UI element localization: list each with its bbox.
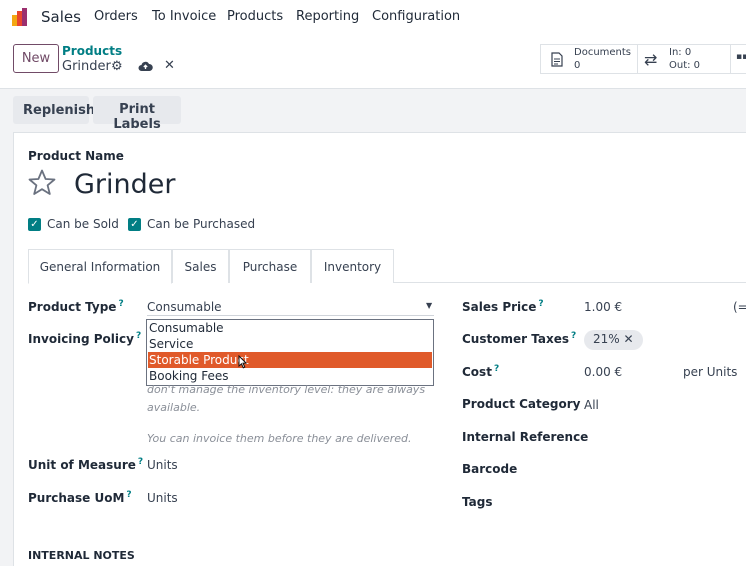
tax-badge-text: 21%	[593, 332, 620, 346]
product-name-label: Product Name	[28, 149, 124, 163]
tab-purchase[interactable]: Purchase	[229, 249, 311, 283]
product-type-label: Product Type?	[28, 299, 124, 314]
breadcrumb-current: Grinder	[62, 59, 111, 74]
sales-price-value[interactable]: 1.00 €	[584, 300, 622, 314]
menu-orders[interactable]: Orders	[94, 9, 138, 24]
documents-label: Documents	[574, 47, 632, 58]
cost-unit: per Units	[683, 365, 738, 379]
caret-down-icon: ▼	[426, 301, 433, 310]
invoice-note: You can invoice them before they are del…	[147, 432, 412, 445]
can-be-sold-checkbox[interactable]: ✓	[28, 218, 41, 231]
barcode-label: Barcode	[462, 462, 518, 476]
notebook-tabs: General Information Sales Purchase Inven…	[28, 249, 746, 284]
product-type-select[interactable]: Consumable ▼	[147, 298, 434, 316]
mouse-cursor-icon	[238, 355, 247, 369]
new-button[interactable]: New	[13, 44, 59, 73]
product-type-note-line2: available.	[147, 401, 201, 414]
documents-button[interactable]: Documents 0	[540, 44, 638, 74]
sales-price-label: Sales Price?	[462, 299, 544, 314]
product-type-note-line1: don't manage the inventory level: they a…	[147, 383, 426, 396]
tab-sales[interactable]: Sales	[172, 249, 229, 283]
option-storable-product[interactable]: Storable Product	[148, 352, 432, 368]
internal-notes-heading: INTERNAL NOTES	[28, 549, 135, 562]
in-count: In: 0	[669, 47, 692, 58]
control-panel: New Products Grinder ⚙ ✕ Documents 0 ⇄ I…	[0, 34, 746, 89]
uom-value[interactable]: Units	[147, 458, 178, 472]
out-count: Out: 0	[669, 60, 701, 71]
tags-label: Tags	[462, 495, 493, 509]
documents-count: 0	[574, 60, 581, 71]
sales-price-tax-incl: (=	[733, 300, 746, 314]
tab-inventory[interactable]: Inventory	[311, 249, 394, 283]
discard-icon[interactable]: ✕	[164, 58, 175, 73]
purchase-uom-label: Purchase UoM?	[28, 490, 132, 505]
print-labels-button[interactable]: Print Labels	[93, 96, 181, 132]
option-consumable[interactable]: Consumable	[148, 320, 432, 336]
remove-tag-icon[interactable]: ✕	[624, 332, 634, 346]
exchange-arrows-icon: ⇄	[644, 50, 658, 69]
breadcrumb-products[interactable]: Products	[62, 44, 122, 58]
top-navbar: Sales Orders To Invoice Products Reporti…	[0, 0, 746, 34]
product-type-value: Consumable	[147, 300, 222, 314]
product-type-dropdown: Consumable Service Storable Product Book…	[146, 319, 434, 386]
menu-to-invoice[interactable]: To Invoice	[152, 9, 216, 24]
sales-app-icon[interactable]	[12, 8, 32, 26]
menu-configuration[interactable]: Configuration	[372, 9, 460, 24]
cloud-upload-icon[interactable]	[138, 60, 153, 72]
product-name-field[interactable]: Grinder	[74, 169, 176, 200]
can-be-purchased-label: Can be Purchased	[147, 217, 256, 231]
tab-general-information[interactable]: General Information	[28, 249, 172, 284]
tax-badge: 21% ✕	[584, 330, 643, 350]
option-service[interactable]: Service	[148, 336, 432, 352]
product-category-value[interactable]: All	[584, 398, 599, 412]
can-be-purchased-checkbox[interactable]: ✓	[128, 218, 141, 231]
document-icon	[551, 52, 563, 67]
purchase-uom-value[interactable]: Units	[147, 491, 178, 505]
app-name[interactable]: Sales	[41, 8, 81, 26]
chart-icon: ▪▪	[736, 52, 746, 62]
more-stat-button[interactable]: ▪▪	[730, 44, 746, 74]
can-be-sold-label: Can be Sold	[47, 217, 119, 231]
cost-label: Cost?	[462, 364, 500, 379]
customer-taxes-label: Customer Taxes?	[462, 331, 577, 346]
cost-value[interactable]: 0.00 €	[584, 365, 622, 379]
in-out-button[interactable]: ⇄ In: 0 Out: 0	[637, 44, 731, 74]
menu-products[interactable]: Products	[227, 9, 283, 24]
uom-label: Unit of Measure?	[28, 457, 144, 472]
internal-reference-label: Internal Reference	[462, 430, 589, 444]
replenish-button[interactable]: Replenish	[13, 96, 95, 124]
invoicing-policy-label: Invoicing Policy?	[28, 331, 142, 346]
star-icon[interactable]	[28, 169, 56, 196]
gear-icon[interactable]: ⚙	[111, 59, 123, 74]
product-category-label: Product Category	[462, 397, 581, 411]
menu-reporting[interactable]: Reporting	[296, 9, 359, 24]
form-sheet: Product Name Grinder ✓ Can be Sold ✓ Can…	[13, 132, 746, 566]
